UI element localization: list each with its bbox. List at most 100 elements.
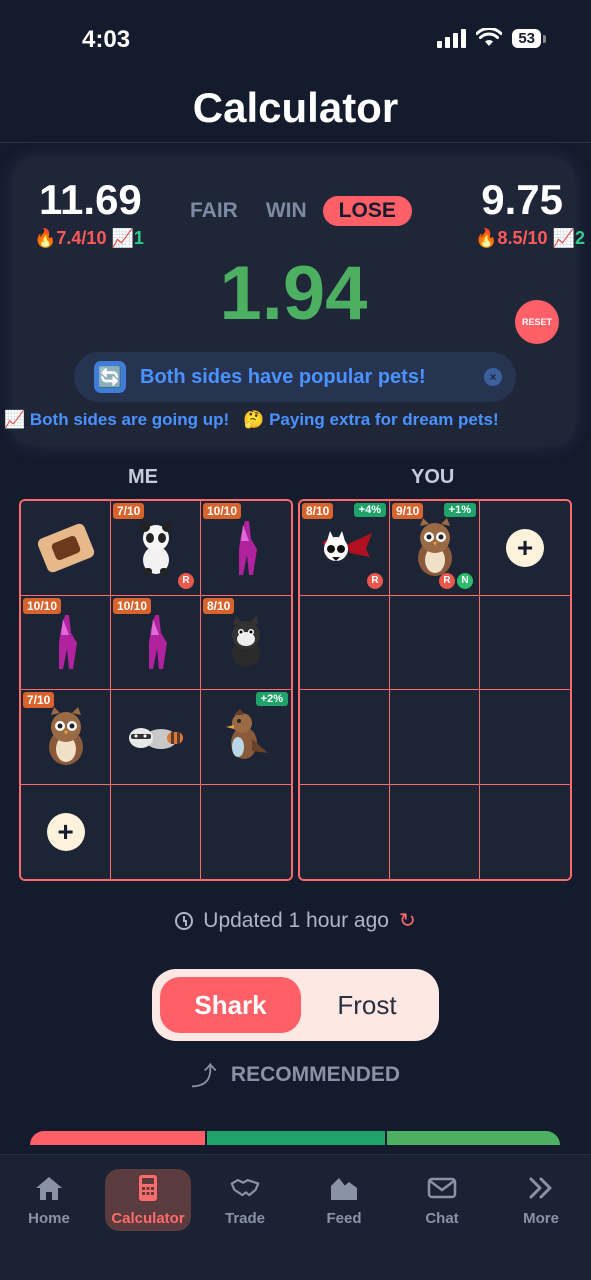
verdict-selector: FAIR WIN LOSE [190,196,412,226]
tab-label: More [523,1209,559,1227]
tab-calculator[interactable]: Calculator [105,1169,191,1231]
unicorn-pet-image [141,613,171,671]
pet-rating-badge: 8/10 [203,597,235,614]
close-icon[interactable]: × [484,368,502,386]
me-pet-slot[interactable]: +2% [201,690,291,785]
tab-label: Home [28,1209,70,1227]
status-time: 4:03 [82,26,131,53]
tab-more[interactable]: More [498,1169,584,1231]
mode-shark-button[interactable]: Shark [160,977,301,1033]
add-pet-button[interactable]: + [506,528,544,567]
page-title: Calculator [192,84,399,131]
pet-trend-badge: +1% [443,503,476,517]
calculator-icon [139,1174,157,1201]
me-pet-slot[interactable]: 8/10 [201,595,291,690]
pet-rating-badge: 7/10 [113,503,145,519]
me-pet-slot[interactable] [111,690,201,785]
me-column-label: ME [128,466,158,488]
cellular-signal-icon [437,28,467,48]
their-demand-rating: 🔥8.5/10 [475,228,548,248]
me-pet-slot[interactable]: 10/10 [111,595,201,690]
my-total-value: 11.69 [39,176,142,223]
me-pet-slot[interactable]: + [21,784,111,879]
their-pets-grid: 8/10 +4% R 9/10 +1% R N + [298,499,572,881]
bottom-tab-bar: Home Calculator Trade Feed Chat More [0,1154,591,1280]
insights-line: 📈 Both sides are going up! 🤔 Paying extr… [4,410,584,430]
their-rating: 🔥8.5/10 📈2 [475,228,585,249]
ride-flag-badge: R [367,572,383,589]
tab-label: Calculator [111,1209,185,1227]
tab-feed[interactable]: Feed [301,1169,387,1231]
refresh-arrows-icon: 🔄 [94,361,126,393]
unicorn-pet-image [51,613,81,671]
you-pet-slot[interactable] [300,784,390,879]
battery-indicator: 53 [512,28,546,48]
recommended-label: RECOMMENDED [230,1062,401,1086]
verdict-lose: LOSE [322,196,412,226]
you-pet-slot[interactable]: + [480,501,570,596]
value-bar-segment [385,1131,560,1145]
last-updated: Updated 1 hour ago ↻ [0,908,591,933]
me-pet-slot[interactable]: 10/10 [21,595,111,690]
reset-button[interactable]: RESET [515,300,559,344]
trend-up-icon: 📈 [552,228,575,248]
you-pet-slot[interactable] [480,690,570,785]
my-demand-rating: 🔥7.4/10 [34,228,107,248]
their-trend-count: 2 [574,228,585,248]
home-icon [36,1176,62,1200]
pet-rating-badge: 8/10 [302,503,334,519]
houses-icon [331,1177,357,1200]
my-pets-grid: 7/10 R 10/10 10/10 10/10 8/10 7/10 +2% + [19,499,293,881]
you-column-label: YOU [411,466,455,488]
value-bar-segment [204,1131,386,1145]
me-pet-slot[interactable]: 7/10 R [111,501,201,596]
value-bar [30,1131,560,1145]
clock-icon [175,911,194,930]
tab-label: Chat [425,1209,459,1227]
you-pet-slot[interactable]: 8/10 +4% R [300,501,390,596]
you-pet-slot[interactable] [300,690,390,785]
my-rating: 🔥7.4/10 📈1 [34,228,144,249]
you-pet-slot[interactable] [390,690,480,785]
pet-trend-badge: +4% [353,503,386,517]
tab-trade[interactable]: Trade [202,1169,288,1231]
refresh-icon[interactable]: ↻ [399,908,416,933]
value-difference: 1.94 [219,251,368,336]
trend-up-icon: 📈 [111,228,134,248]
double-chevron-icon [529,1177,552,1198]
unicorn-pet-image [231,519,261,577]
you-pet-slot[interactable] [480,595,570,690]
my-trend-count: 1 [133,228,144,248]
me-pet-slot[interactable]: 7/10 [21,690,111,785]
me-pet-slot[interactable] [111,784,201,879]
bat-pet-image [316,527,374,569]
owl-pet-image [413,517,457,578]
you-pet-slot[interactable]: 9/10 +1% R N [390,501,480,596]
tab-chat[interactable]: Chat [399,1169,485,1231]
wifi-icon [476,28,503,46]
tab-home[interactable]: Home [6,1169,92,1231]
tab-label: Feed [326,1209,362,1227]
panda-pet-image [136,520,176,576]
mode-frost-button[interactable]: Frost [302,977,432,1033]
handshake-icon [230,1178,260,1196]
tab-label: Trade [224,1209,266,1227]
pet-rating-badge: 9/10 [392,503,424,519]
pet-trend-badge: +2% [255,692,288,706]
pet-rating-badge: 10/10 [113,597,152,614]
status-bar: 4:03 53 [0,0,591,80]
you-pet-slot[interactable] [480,784,570,879]
me-pet-slot[interactable] [201,784,291,879]
insight-going-up: 📈 Both sides are going up! [4,410,230,429]
last-updated-text: Updated 1 hour ago [203,908,389,932]
you-pet-slot[interactable] [390,595,480,690]
pet-rating-badge: 10/10 [203,503,242,519]
me-pet-slot[interactable] [21,501,111,596]
add-pet-button[interactable]: + [46,812,85,851]
you-pet-slot[interactable] [300,595,390,690]
you-pet-slot[interactable] [390,784,480,879]
recommended-hint: ⤴ RECOMMENDED [0,1056,591,1093]
me-pet-slot[interactable]: 10/10 [201,501,291,596]
toast-pet-image [35,521,96,574]
title-divider [0,142,591,143]
